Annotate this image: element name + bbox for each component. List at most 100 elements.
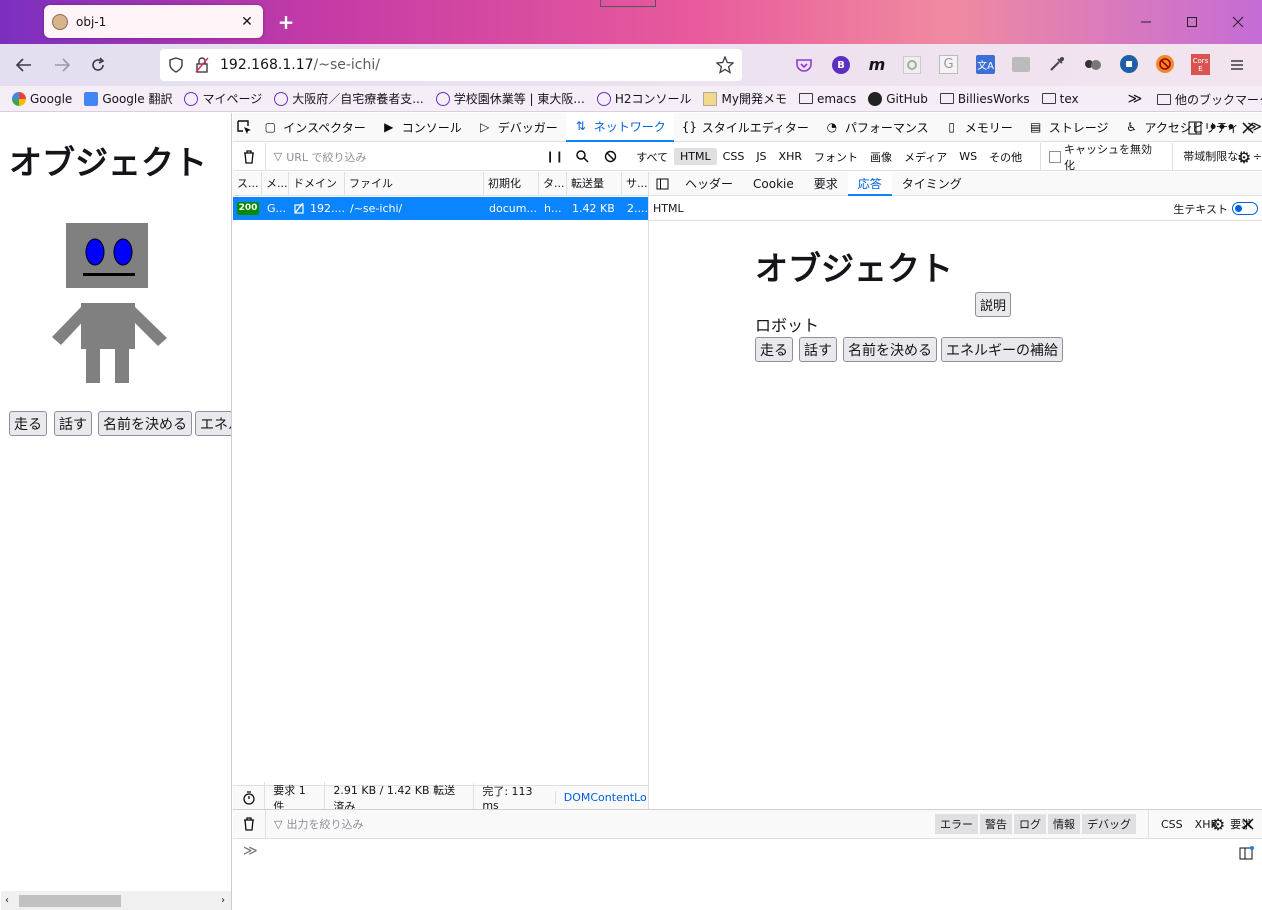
bookmark-osaka[interactable]: 大阪府／自宅療養者支... — [274, 90, 424, 107]
m-extension-icon[interactable]: m — [867, 54, 887, 74]
preview-set-name-button[interactable]: 名前を決める — [843, 337, 937, 362]
energy-button[interactable]: エネル — [195, 411, 231, 436]
cors-extension-icon[interactable]: Cors E — [1191, 54, 1210, 75]
search-icon[interactable] — [569, 150, 597, 163]
toggle-sidebar-icon[interactable] — [649, 172, 675, 196]
talk-button[interactable]: 話す — [54, 411, 92, 436]
browser-tab[interactable]: obj-1 ✕ — [44, 5, 263, 38]
tab-headers[interactable]: ヘッダー — [675, 172, 743, 196]
g-extension-icon[interactable]: G — [939, 55, 958, 74]
filter-js[interactable]: JS — [750, 148, 772, 165]
level-debug[interactable]: デバッグ — [1082, 814, 1136, 834]
more-options-icon[interactable]: ••• — [1209, 119, 1236, 137]
extra-css[interactable]: CSS — [1155, 818, 1189, 831]
filter-media[interactable]: メディア — [898, 147, 953, 167]
tab-cookie[interactable]: Cookie — [743, 172, 804, 196]
col-domain[interactable]: ドメイン — [289, 172, 345, 196]
new-tab-button[interactable]: + — [276, 10, 296, 34]
close-window-button[interactable] — [1224, 8, 1252, 36]
block-requests-icon[interactable] — [596, 150, 624, 163]
insecure-lock-icon[interactable] — [194, 57, 210, 73]
explain-button[interactable]: 説明 — [975, 292, 1012, 317]
stopwatch-icon[interactable] — [233, 786, 264, 810]
bookmark-emacs[interactable]: emacs — [798, 92, 856, 106]
bookmark-school[interactable]: 学校園休業等 | 東大阪... — [435, 90, 585, 107]
level-logs[interactable]: ログ — [1014, 814, 1046, 834]
tab-storage[interactable]: ▤ ストレージ — [1021, 113, 1117, 142]
bookmark-billiesworks[interactable]: BilliesWorks — [939, 92, 1030, 106]
back-arrow-icon[interactable] — [12, 54, 36, 76]
tab-network[interactable]: ⇅ ネットワーク — [565, 112, 674, 142]
multi-account-icon[interactable] — [1083, 55, 1103, 73]
url-bar[interactable]: 192.168.1.17/~se-ichi/ — [160, 49, 742, 81]
console-settings-gear-icon[interactable]: ⚙ — [1209, 815, 1227, 834]
col-initiator[interactable]: 初期化 — [484, 172, 539, 196]
close-console-icon[interactable] — [1239, 815, 1257, 833]
tab-timings[interactable]: タイミング — [892, 172, 972, 196]
bookmark-star-icon[interactable] — [716, 56, 734, 74]
tab-memory[interactable]: ▯ メモリー — [937, 113, 1021, 142]
col-method[interactable]: メ... — [262, 172, 289, 196]
block-extension-icon[interactable] — [1156, 55, 1174, 73]
bookmark-google-translate[interactable]: Google 翻訳 — [84, 90, 172, 107]
shield-icon[interactable] — [168, 57, 184, 73]
bookmark-tex[interactable]: tex — [1041, 92, 1079, 106]
filter-all[interactable]: すべて — [630, 147, 674, 167]
hamburger-menu-icon[interactable] — [1227, 55, 1247, 75]
tab-request[interactable]: 要求 — [804, 172, 848, 196]
gear-extension-icon[interactable] — [903, 56, 921, 74]
eyedropper-icon[interactable] — [1048, 55, 1066, 73]
bookmarks-overflow-icon[interactable]: ≫ — [1126, 90, 1144, 108]
url-filter-input[interactable]: ▽ URL で絞り込み — [264, 142, 541, 171]
preview-run-button[interactable]: 走る — [755, 337, 793, 362]
network-extension-icon[interactable] — [1120, 55, 1138, 73]
tab-style-editor[interactable]: {} スタイルエディター — [674, 113, 817, 142]
preview-talk-button[interactable]: 話す — [799, 337, 837, 362]
col-status[interactable]: ス... — [233, 172, 262, 196]
scroll-right-icon[interactable]: › — [221, 895, 225, 906]
raw-text-toggle[interactable] — [1232, 202, 1258, 215]
checkbox-icon[interactable] — [1049, 150, 1062, 163]
other-bookmarks[interactable]: 他のブックマーク — [1157, 91, 1262, 108]
pocket-icon[interactable] — [795, 56, 813, 74]
tab-debugger[interactable]: ▷ デバッガー — [470, 113, 566, 142]
bookmark-mypage[interactable]: マイページ — [184, 90, 262, 107]
level-warnings[interactable]: 警告 — [980, 814, 1012, 834]
reader-extension-icon[interactable] — [1012, 57, 1030, 72]
network-settings-gear-icon[interactable]: ⚙ — [1235, 148, 1253, 167]
bookmark-google[interactable]: Google — [12, 91, 72, 106]
maximize-button[interactable] — [1178, 8, 1206, 36]
bookmark-h2console[interactable]: H2コンソール — [596, 90, 691, 107]
col-type[interactable]: タ... — [539, 172, 567, 196]
filter-other[interactable]: その他 — [983, 147, 1028, 167]
filter-fonts[interactable]: フォント — [808, 147, 864, 167]
console-filter-input[interactable]: ▽ 出力を絞り込み — [265, 810, 865, 838]
level-errors[interactable]: エラー — [935, 814, 978, 834]
forward-arrow-icon[interactable] — [50, 54, 74, 76]
editor-mode-icon[interactable] — [1238, 845, 1256, 861]
level-info[interactable]: 情報 — [1048, 814, 1080, 834]
disable-cache-checkbox[interactable]: キャッシュを無効化 — [1040, 142, 1162, 172]
table-row[interactable]: 200 G... 192.... /~se-ichi/ docum... h..… — [233, 197, 648, 220]
clear-trash-icon[interactable] — [233, 143, 265, 171]
close-devtools-icon[interactable] — [1239, 119, 1257, 137]
col-file[interactable]: ファイル — [345, 172, 484, 196]
tab-inspector[interactable]: ▢ インスペクター — [255, 113, 373, 142]
translate-extension-icon[interactable]: 文A — [976, 55, 995, 74]
filter-ws[interactable]: WS — [953, 148, 983, 165]
responsive-design-icon[interactable] — [1186, 119, 1204, 137]
tab-performance[interactable]: ◔ パフォーマンス — [817, 113, 937, 142]
bookmark-dev-memo[interactable]: My開発メモ — [703, 90, 787, 107]
filter-images[interactable]: 画像 — [864, 147, 898, 167]
tab-response[interactable]: 応答 — [847, 171, 892, 196]
tab-close-icon[interactable]: ✕ — [239, 14, 255, 30]
element-picker-icon[interactable] — [233, 113, 255, 142]
bookmark-github[interactable]: GitHub — [868, 91, 928, 106]
tab-console[interactable]: ▶ コンソール — [374, 113, 470, 142]
console-clear-trash-icon[interactable] — [233, 810, 265, 838]
console-output[interactable]: ≫ — [233, 838, 1262, 910]
col-transferred[interactable]: 転送量 — [567, 172, 622, 196]
filter-css[interactable]: CSS — [717, 148, 751, 165]
col-size[interactable]: サ... — [622, 172, 648, 196]
scroll-left-icon[interactable]: ‹ — [5, 895, 9, 906]
